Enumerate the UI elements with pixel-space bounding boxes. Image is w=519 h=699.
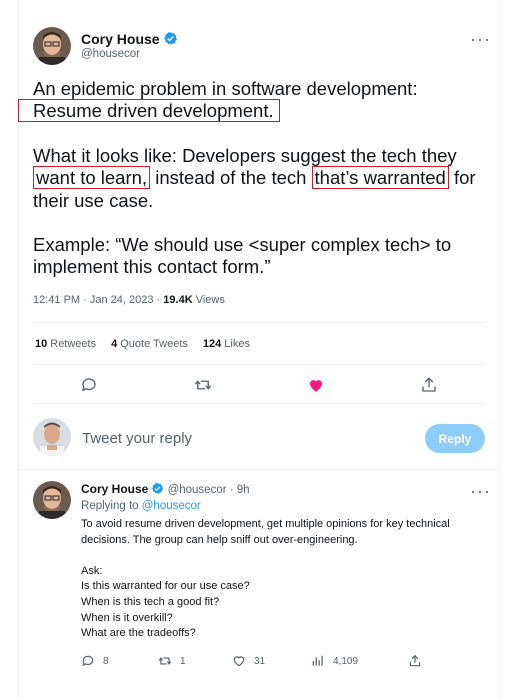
tweet-stats: 10 Retweets 4 Quote Tweets 124 Likes — [35, 338, 250, 350]
reply-header: Cory House @housecor · 9h — [81, 482, 250, 496]
reply-share-action[interactable] — [408, 654, 430, 668]
tweet-time[interactable]: 12:41 PM — [33, 294, 80, 306]
views-icon — [312, 655, 323, 666]
reply-author-avatar[interactable] — [33, 481, 71, 519]
verified-badge-icon — [151, 482, 164, 495]
reply-text-line: Is this warranted for our use case? — [81, 580, 250, 593]
highlight-want-to-learn: want to learn, — [33, 166, 151, 190]
more-icon[interactable]: ··· — [470, 30, 491, 48]
reply-icon[interactable] — [80, 376, 98, 394]
reply-text-line: When is it overkill? — [81, 611, 173, 624]
reply-author-name[interactable]: Cory House — [81, 482, 148, 496]
author-name-row[interactable]: Cory House — [81, 31, 178, 49]
tweet-meta: 12:41 PM · Jan 24, 2023 · 19.4K Views — [33, 294, 225, 306]
tweet-text-example: Example: “We should use <super complex t… — [33, 234, 452, 278]
verified-badge-icon — [163, 31, 178, 46]
tweet-text-line: An epidemic problem in software developm… — [33, 78, 418, 99]
retweet-icon — [158, 657, 172, 665]
like-icon — [233, 656, 245, 667]
share-icon[interactable] — [420, 376, 438, 394]
tweet-date[interactable]: Jan 24, 2023 — [90, 294, 154, 306]
author-handle[interactable]: @housecor — [81, 48, 140, 60]
reply-button[interactable]: Reply — [425, 424, 485, 453]
tweet-text: An epidemic problem in software developm… — [18, 78, 483, 301]
retweet-icon[interactable] — [194, 376, 212, 394]
reply-author-handle[interactable]: @housecor — [168, 484, 227, 496]
reply-replies-action[interactable]: 8 — [81, 654, 109, 668]
tweet-text-line: What it looks like: Developers suggest t… — [33, 144, 457, 166]
reply-age[interactable]: 9h — [237, 484, 250, 496]
current-user-avatar[interactable] — [33, 418, 71, 456]
reply-more-icon[interactable]: ··· — [470, 482, 491, 500]
reply-like-action[interactable]: 31 — [232, 654, 265, 668]
likes-stat[interactable]: 124 Likes — [203, 338, 250, 350]
reply-text: To avoid resume driven development, get … — [81, 517, 491, 642]
reply-input[interactable]: Tweet your reply — [82, 430, 192, 447]
replying-to-link[interactable]: @housecor — [142, 500, 201, 512]
views-label: Views — [195, 294, 225, 306]
highlight-thats-warranted: that’s warranted — [311, 166, 449, 190]
reply-text-line: Ask: — [81, 564, 103, 577]
divider — [33, 403, 485, 404]
divider — [19, 469, 499, 470]
share-icon — [409, 654, 421, 667]
like-icon[interactable] — [307, 376, 325, 394]
divider — [33, 364, 485, 365]
reply-retweet-action[interactable]: 1 — [158, 654, 186, 668]
reply-text-line: To avoid resume driven development, get … — [81, 518, 450, 530]
reply-icon — [82, 655, 94, 667]
tweet-text-fragment: instead of the tech — [150, 167, 312, 189]
replying-to: Replying to @housecor — [81, 500, 201, 512]
views-count: 19.4K — [163, 294, 193, 306]
tweet-text-line: their use case. — [33, 189, 154, 211]
tweet-text-fragment: for — [448, 167, 476, 189]
author-avatar[interactable] — [33, 27, 71, 65]
quote-tweets-stat[interactable]: 4 Quote Tweets — [111, 338, 188, 350]
retweets-stat[interactable]: 10 Retweets — [35, 338, 96, 350]
reply-text-line: When is this tech a good fit? — [81, 595, 220, 608]
divider — [33, 322, 485, 323]
reply-text-line: What are the tradeoffs? — [81, 627, 196, 640]
reply-views-action[interactable]: 4,109 — [311, 654, 358, 668]
highlight-resume-driven: Resume driven development. — [18, 99, 280, 123]
author-name[interactable]: Cory House — [81, 31, 160, 47]
reply-text-line: decisions. The group can help sniff out … — [81, 533, 358, 546]
